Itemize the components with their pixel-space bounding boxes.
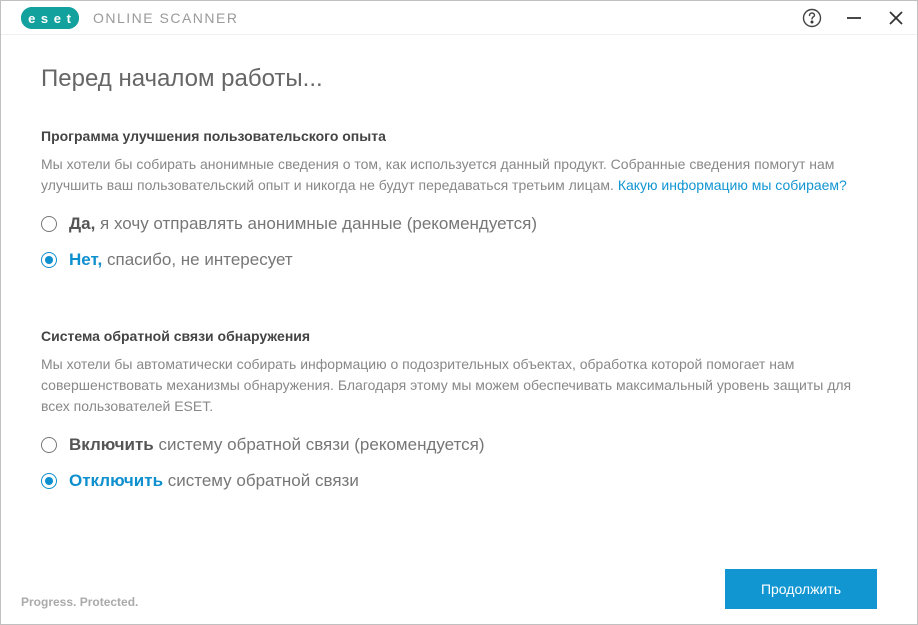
radio-enable-feedback[interactable]: Включить систему обратной связи (рекомен… [41,435,877,455]
radio-label: Да, я хочу отправлять анонимные данные (… [69,214,537,234]
eset-logo: e s e t [21,7,79,29]
radio-icon [41,216,57,232]
footer: Progress. Protected. Продолжить [1,569,917,624]
svg-text:e s e t: e s e t [28,11,72,26]
minimize-icon[interactable] [843,7,865,29]
radio-label: Нет, спасибо, не интересует [69,250,293,270]
continue-button[interactable]: Продолжить [725,569,877,609]
page-title: Перед началом работы... [41,65,877,93]
tagline: Progress. Protected. [21,595,138,609]
section-feedback-system: Система обратной связи обнаружения Мы хо… [41,328,877,507]
section2-description: Мы хотели бы автоматически собирать инфо… [41,354,877,417]
section-customer-improvement: Программа улучшения пользовательского оп… [41,128,877,286]
product-name: ONLINE SCANNER [93,10,238,26]
section2-desc-text: Мы хотели бы автоматически собирать инфо… [41,356,851,414]
close-icon[interactable] [885,7,907,29]
radio-disable-feedback[interactable]: Отключить систему обратной связи [41,471,877,491]
help-icon[interactable] [801,7,823,29]
radio-icon [41,437,57,453]
radio-icon [41,473,57,489]
section2-title: Система обратной связи обнаружения [41,328,877,344]
titlebar-right [801,7,907,29]
radio-label: Включить систему обратной связи (рекомен… [69,435,485,455]
info-collected-link[interactable]: Какую информацию мы собираем? [618,177,847,193]
radio-yes-anonymous[interactable]: Да, я хочу отправлять анонимные данные (… [41,214,877,234]
titlebar: e s e t ONLINE SCANNER [1,1,917,35]
radio-icon [41,252,57,268]
radio-label: Отключить систему обратной связи [69,471,359,491]
app-window: e s e t ONLINE SCANNER [0,0,918,625]
section1-title: Программа улучшения пользовательского оп… [41,128,877,144]
content-area: Перед началом работы... Программа улучше… [1,35,917,569]
titlebar-left: e s e t ONLINE SCANNER [21,7,238,29]
radio-no-thanks[interactable]: Нет, спасибо, не интересует [41,250,877,270]
section1-description: Мы хотели бы собирать анонимные сведения… [41,154,877,196]
